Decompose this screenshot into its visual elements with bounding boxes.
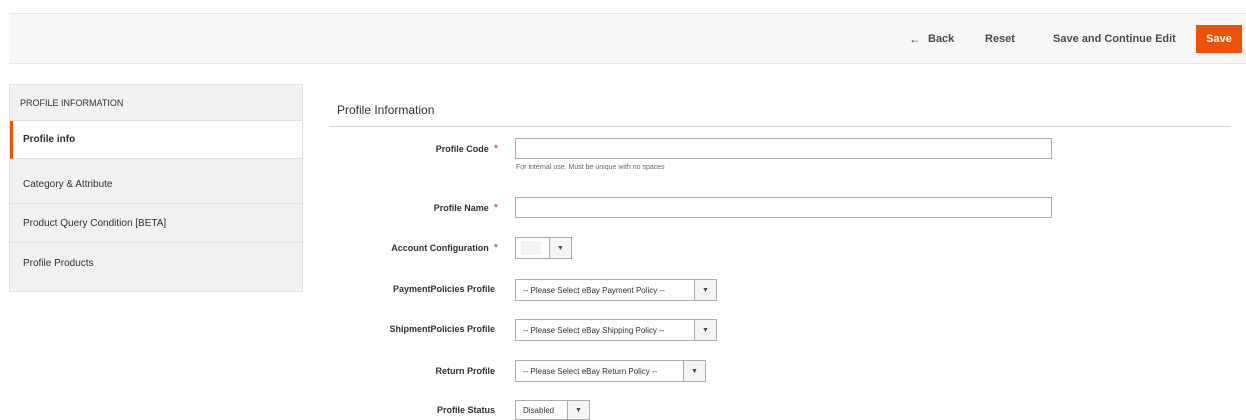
profile-code-note: For internal use. Must be unique with no… bbox=[516, 164, 665, 171]
profile-status-select[interactable]: Disabled ▼ bbox=[515, 400, 590, 420]
profile-status-label: Profile Status bbox=[436, 405, 495, 415]
tab-profile-products[interactable]: Profile Products bbox=[10, 244, 302, 282]
tab-category-attribute[interactable]: Category & Attribute bbox=[10, 166, 302, 204]
return-profile-value: -- Please Select eBay Return Policy -- bbox=[523, 366, 658, 376]
profile-code-label-text: Profile Code bbox=[435, 144, 489, 154]
profile-tabs-panel: PROFILE INFORMATION Profile info Categor… bbox=[9, 84, 303, 292]
account-configuration-label: Account Configuration * bbox=[298, 242, 498, 254]
payment-policies-value: -- Please Select eBay Payment Policy -- bbox=[523, 285, 665, 295]
required-marker: * bbox=[493, 242, 498, 254]
reset-button[interactable]: Reset bbox=[985, 14, 1015, 63]
triangle-down-icon: ▼ bbox=[567, 401, 589, 419]
shipment-policies-label: ShipmentPolicies Profile bbox=[389, 324, 495, 334]
account-configuration-label-text: Account Configuration bbox=[391, 243, 489, 253]
shipment-policies-value: -- Please Select eBay Shipping Policy -- bbox=[523, 325, 665, 335]
profile-code-label: Profile Code * bbox=[298, 143, 498, 155]
profile-name-label-text: Profile Name bbox=[433, 203, 489, 213]
section-divider bbox=[329, 126, 1231, 127]
profile-name-input[interactable] bbox=[515, 197, 1052, 218]
triangle-down-icon: ▼ bbox=[549, 238, 571, 258]
triangle-down-icon: ▼ bbox=[694, 280, 716, 300]
save-and-continue-button[interactable]: Save and Continue Edit bbox=[1053, 14, 1176, 63]
required-marker: * bbox=[493, 143, 498, 155]
profile-code-input[interactable] bbox=[515, 138, 1052, 159]
triangle-down-icon: ▼ bbox=[683, 361, 705, 381]
profile-name-label: Profile Name * bbox=[298, 202, 498, 214]
triangle-down-icon: ▼ bbox=[694, 320, 716, 340]
tab-product-query-condition[interactable]: Product Query Condition [BETA] bbox=[10, 205, 302, 243]
tabs-title: PROFILE INFORMATION bbox=[10, 85, 302, 121]
back-button[interactable]: ← Back bbox=[909, 14, 954, 63]
account-configuration-value bbox=[521, 241, 541, 255]
section-title: Profile Information bbox=[337, 103, 435, 117]
return-profile-label: Return Profile bbox=[435, 366, 495, 376]
account-configuration-select[interactable]: ▼ bbox=[515, 237, 572, 259]
page-actions-bar: ← Back Reset Save and Continue Edit Save bbox=[9, 13, 1246, 64]
tab-profile-info[interactable]: Profile info bbox=[10, 121, 302, 159]
payment-policies-select[interactable]: -- Please Select eBay Payment Policy -- … bbox=[515, 279, 717, 301]
profile-status-value: Disabled bbox=[523, 405, 555, 415]
return-profile-select[interactable]: -- Please Select eBay Return Policy -- ▼ bbox=[515, 360, 706, 382]
arrow-left-icon: ← bbox=[909, 31, 921, 46]
payment-policies-label: PaymentPolicies Profile bbox=[392, 284, 495, 294]
shipment-policies-select[interactable]: -- Please Select eBay Shipping Policy --… bbox=[515, 319, 717, 341]
required-marker: * bbox=[493, 202, 498, 214]
save-button[interactable]: Save bbox=[1196, 25, 1242, 53]
back-label: Back bbox=[928, 32, 955, 45]
